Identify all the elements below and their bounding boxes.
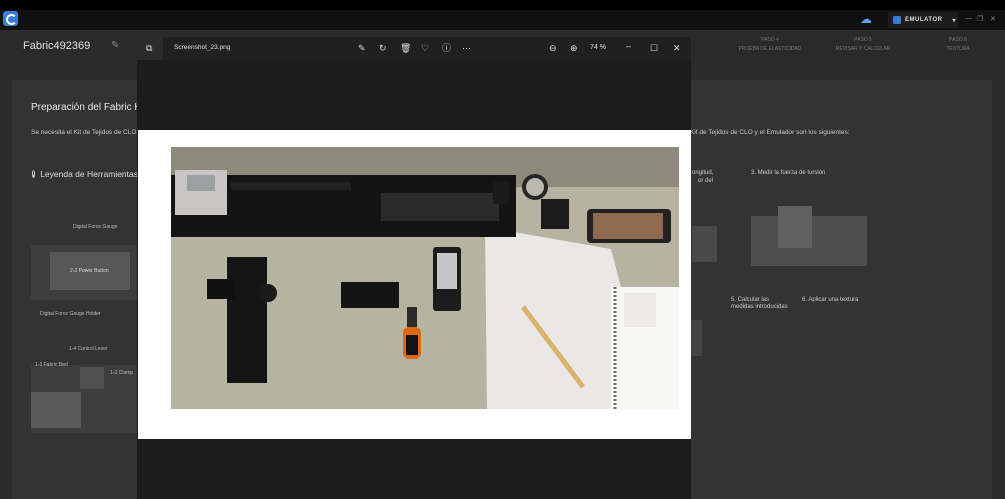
more-options-icon[interactable]: ⋯ bbox=[462, 42, 471, 54]
tool-label: 1-2 Clamp bbox=[110, 370, 134, 376]
restore-icon[interactable]: ❐ bbox=[977, 15, 983, 23]
viewer-toolbar: ⧉ Screenshot_23.png ✎ ↻ 🗑 ♡ ⓘ ⋯ ⊖ ⊕ 74 %… bbox=[137, 37, 691, 60]
image-frame bbox=[138, 130, 691, 439]
minimize-icon[interactable]: – bbox=[626, 40, 631, 52]
favorite-heart-icon[interactable]: ♡ bbox=[421, 42, 429, 54]
step-text-6: 6. Aplicar una textura bbox=[802, 297, 859, 303]
step-text-5: 5. Calcular las medidas introducidas bbox=[731, 297, 788, 310]
cloud-icon[interactable]: ☁ bbox=[860, 13, 874, 25]
intro-text-left: Se necesita el Kit de Tejidos de CLO bbox=[31, 129, 137, 136]
viewer-gallery-button[interactable]: ⧉ bbox=[137, 37, 163, 60]
zoom-in-icon[interactable]: ⊕ bbox=[570, 42, 578, 54]
step-6[interactable]: PASO 6 TEXTURA bbox=[898, 36, 1005, 54]
fabric-name: Fabric492369 bbox=[23, 40, 91, 52]
maximize-icon[interactable]: ☐ bbox=[650, 42, 658, 54]
step-image-partial bbox=[692, 226, 717, 262]
control-lever-device bbox=[80, 367, 104, 389]
chevron-down-icon: ▾ bbox=[952, 17, 956, 24]
tool-label: 2-2 Power Button bbox=[70, 268, 109, 274]
app-title-bar: ☁ EMULATOR ▾ — ❐ ✕ bbox=[0, 10, 1005, 30]
rotate-icon[interactable]: ↻ bbox=[379, 42, 387, 54]
tool-label: 1-3 Fabric Bed bbox=[35, 362, 68, 368]
emulator-icon bbox=[893, 16, 901, 24]
tool-label: 1-4 Control Lever bbox=[69, 346, 108, 352]
zoom-level: 74 % bbox=[590, 44, 606, 51]
tool-legend-header: i Leyenda de Herramientas bbox=[32, 169, 138, 179]
fabric-bed-device bbox=[31, 392, 81, 428]
step-text-partial: or del bbox=[698, 178, 714, 184]
close-icon[interactable]: ✕ bbox=[990, 15, 996, 23]
intro-text-right: Kit de Tejidos de CLO y el Emulador son … bbox=[690, 129, 850, 136]
legend-title: Leyenda de Herramientas bbox=[40, 169, 138, 179]
clo-logo-icon[interactable] bbox=[3, 11, 18, 26]
emulator-label: EMULATOR bbox=[905, 17, 943, 23]
step-image-partial bbox=[690, 320, 702, 356]
gallery-icon: ⧉ bbox=[146, 43, 153, 53]
os-top-strip bbox=[0, 0, 1005, 10]
step-text-3: 3. Medir la fuerza de torsión bbox=[751, 170, 826, 176]
tool-label: Digital Force Gauge Holder bbox=[40, 311, 101, 317]
viewer-filename: Screenshot_23.png bbox=[174, 44, 231, 51]
zoom-out-icon[interactable]: ⊖ bbox=[549, 42, 557, 54]
torsion-device-part bbox=[778, 206, 812, 248]
tool-label: Digital Force Gauge bbox=[73, 224, 118, 230]
edit-pencil-icon[interactable]: ✎ bbox=[111, 40, 119, 51]
edit-image-icon[interactable]: ✎ bbox=[358, 42, 366, 54]
section-title: Preparación del Fabric Kit bbox=[31, 102, 147, 113]
image-viewer-window: ⧉ Screenshot_23.png ✎ ↻ 🗑 ♡ ⓘ ⋯ ⊖ ⊕ 74 %… bbox=[137, 37, 691, 499]
minimize-icon[interactable]: — bbox=[965, 15, 972, 22]
emulator-button[interactable]: EMULATOR ▾ bbox=[888, 12, 958, 28]
info-icon: i bbox=[32, 170, 36, 178]
close-icon[interactable]: ✕ bbox=[673, 42, 681, 54]
step-text-partial: ongitud, bbox=[692, 170, 714, 176]
delete-icon[interactable]: 🗑 bbox=[400, 42, 411, 54]
fabric-kit-photo bbox=[171, 147, 679, 409]
info-icon[interactable]: ⓘ bbox=[442, 42, 451, 54]
